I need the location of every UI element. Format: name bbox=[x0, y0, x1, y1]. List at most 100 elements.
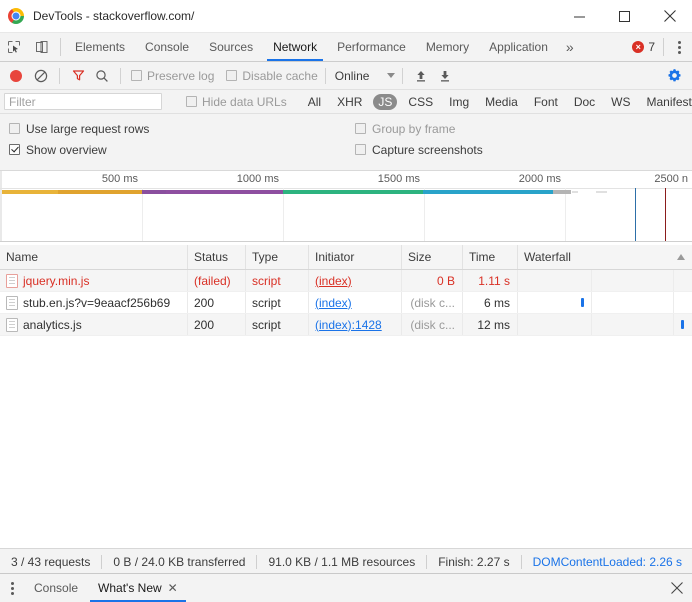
load-event-marker bbox=[665, 188, 666, 241]
error-badge[interactable]: × 7 bbox=[632, 33, 659, 61]
type-filter-font[interactable]: Font bbox=[529, 94, 563, 110]
error-count: 7 bbox=[648, 40, 655, 54]
drawer-close-icon[interactable] bbox=[662, 574, 692, 602]
dom-content-loaded-marker bbox=[635, 188, 636, 241]
device-toolbar-icon[interactable] bbox=[28, 33, 56, 61]
overview-tick: 1500 ms bbox=[377, 173, 420, 185]
gear-icon[interactable] bbox=[667, 68, 682, 83]
type-filter-manifest[interactable]: Manifest bbox=[642, 94, 692, 110]
drawer-tab-label: Console bbox=[34, 581, 79, 595]
column-header-status[interactable]: Status bbox=[188, 245, 246, 269]
type-filter-ws[interactable]: WS bbox=[606, 94, 635, 110]
hide-data-urls-checkbox[interactable]: Hide data URLs bbox=[186, 95, 287, 109]
tab-sources[interactable]: Sources bbox=[199, 33, 263, 61]
preserve-log-checkbox[interactable]: Preserve log bbox=[131, 69, 214, 83]
filter-input[interactable] bbox=[4, 93, 162, 110]
capture-screenshots-label: Capture screenshots bbox=[372, 142, 483, 157]
cell-status: 200 bbox=[188, 292, 246, 313]
cell-name[interactable]: jquery.min.js bbox=[0, 270, 188, 291]
table-row[interactable]: analytics.js 200 script (index):1428 (di… bbox=[0, 314, 692, 336]
window-controls bbox=[557, 0, 692, 32]
cell-name[interactable]: stub.en.js?v=9eaacf256b69 bbox=[0, 292, 188, 313]
search-icon[interactable] bbox=[91, 65, 113, 87]
initiator-link[interactable]: (index):1428 bbox=[315, 318, 382, 332]
column-header-initiator[interactable]: Initiator bbox=[309, 245, 402, 269]
drawer-tab-whats-new[interactable]: What's New ✕ bbox=[88, 574, 188, 602]
cell-initiator[interactable]: (index) bbox=[309, 270, 402, 291]
import-har-icon[interactable] bbox=[410, 65, 432, 87]
tab-application[interactable]: Application bbox=[479, 33, 558, 61]
overview-faint-mark bbox=[572, 191, 578, 193]
column-header-name[interactable]: Name bbox=[0, 245, 188, 269]
show-overview-checkbox[interactable]: Show overview bbox=[9, 139, 149, 160]
overview-band bbox=[2, 190, 58, 194]
type-filter-img[interactable]: Img bbox=[444, 94, 474, 110]
column-header-type[interactable]: Type bbox=[246, 245, 309, 269]
tab-network[interactable]: Network bbox=[263, 33, 327, 61]
more-tabs-chevron-icon[interactable]: » bbox=[558, 33, 582, 61]
type-filter-xhr[interactable]: XHR bbox=[332, 94, 367, 110]
tab-console[interactable]: Console bbox=[135, 33, 199, 61]
close-button[interactable] bbox=[647, 0, 692, 32]
status-requests: 3 / 43 requests bbox=[11, 554, 91, 569]
drawer-kebab-icon[interactable] bbox=[0, 574, 24, 602]
use-large-rows-checkbox[interactable]: Use large request rows bbox=[9, 118, 149, 139]
kebab-menu-icon[interactable] bbox=[668, 33, 690, 61]
disable-cache-label: Disable cache bbox=[242, 68, 318, 83]
type-filter-js[interactable]: JS bbox=[373, 93, 398, 110]
disable-cache-checkbox[interactable]: Disable cache bbox=[226, 68, 318, 83]
network-overview-timeline[interactable]: 500 ms 1000 ms 1500 ms 2000 ms 2500 n bbox=[0, 171, 692, 242]
waterfall-gridline bbox=[673, 292, 674, 313]
throttle-dropdown[interactable]: Online bbox=[333, 69, 396, 83]
overview-gridline bbox=[142, 188, 143, 241]
cell-type: script bbox=[246, 270, 309, 291]
waterfall-bar bbox=[581, 298, 584, 307]
maximize-button[interactable] bbox=[602, 0, 647, 32]
capture-screenshots-checkbox[interactable]: Capture screenshots bbox=[355, 139, 483, 160]
drawer-tab-close-icon[interactable]: ✕ bbox=[168, 582, 178, 594]
cell-time: 6 ms bbox=[463, 292, 518, 313]
tab-memory[interactable]: Memory bbox=[416, 33, 479, 61]
table-row[interactable]: jquery.min.js (failed) script (index) 0 … bbox=[0, 270, 692, 292]
initiator-link[interactable]: (index) bbox=[315, 274, 352, 288]
type-filter-media[interactable]: Media bbox=[480, 94, 523, 110]
tab-elements[interactable]: Elements bbox=[65, 33, 135, 61]
export-har-icon[interactable] bbox=[434, 65, 456, 87]
waterfall-bar bbox=[681, 320, 684, 329]
cell-initiator[interactable]: (index):1428 bbox=[309, 314, 402, 335]
type-filter-all[interactable]: All bbox=[303, 94, 326, 110]
devtools-tabstrip: Elements Console Sources Network Perform… bbox=[0, 33, 692, 62]
cell-initiator[interactable]: (index) bbox=[309, 292, 402, 313]
column-header-waterfall[interactable]: Waterfall bbox=[518, 245, 692, 269]
waterfall-gridline bbox=[673, 314, 674, 335]
clear-button[interactable] bbox=[30, 65, 52, 87]
toolbar-separator-4 bbox=[402, 67, 404, 84]
drawer-tab-label: What's New bbox=[98, 581, 162, 595]
overview-tick: 1000 ms bbox=[236, 173, 279, 185]
cell-status: (failed) bbox=[188, 270, 246, 291]
group-by-frame-checkbox[interactable]: Group by frame bbox=[355, 118, 483, 139]
overview-band bbox=[423, 190, 553, 194]
cell-size: 0 B bbox=[402, 270, 463, 291]
filter-funnel-icon[interactable] bbox=[67, 65, 89, 87]
toolbar-separator-1 bbox=[59, 67, 60, 84]
inspect-element-icon[interactable] bbox=[0, 33, 28, 61]
cell-time: 1.11 s bbox=[463, 270, 518, 291]
minimize-button[interactable] bbox=[557, 0, 602, 32]
column-header-time[interactable]: Time bbox=[463, 245, 518, 269]
type-filter-doc[interactable]: Doc bbox=[569, 94, 600, 110]
tab-label: Memory bbox=[425, 40, 470, 54]
script-file-icon bbox=[6, 273, 18, 288]
table-row[interactable]: stub.en.js?v=9eaacf256b69 200 script (in… bbox=[0, 292, 692, 314]
type-filter-css[interactable]: CSS bbox=[403, 94, 438, 110]
cell-name[interactable]: analytics.js bbox=[0, 314, 188, 335]
record-button[interactable] bbox=[10, 69, 22, 82]
initiator-link[interactable]: (index) bbox=[315, 296, 352, 310]
tab-label: Performance bbox=[337, 40, 406, 54]
column-header-size[interactable]: Size bbox=[402, 245, 463, 269]
request-name: stub.en.js?v=9eaacf256b69 bbox=[23, 295, 171, 310]
tab-performance[interactable]: Performance bbox=[327, 33, 416, 61]
overview-gridline bbox=[565, 188, 566, 241]
drawer-tab-console[interactable]: Console bbox=[24, 574, 88, 602]
toolbar-separator-3 bbox=[324, 67, 326, 84]
